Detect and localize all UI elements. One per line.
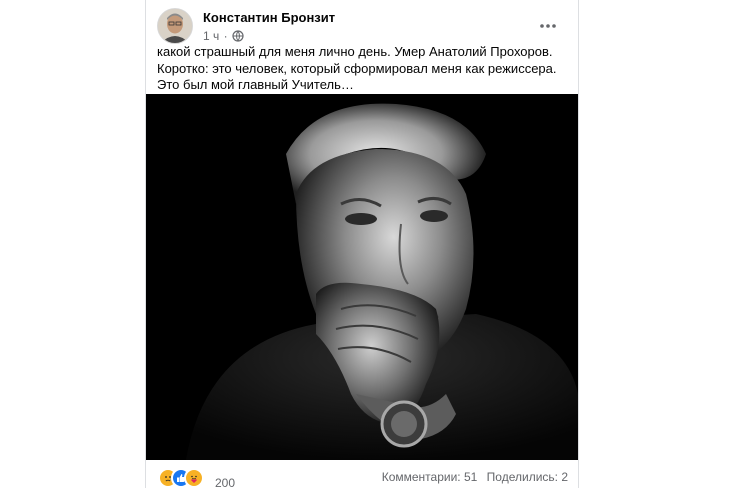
more-options-button[interactable] [536, 12, 560, 36]
shares-count[interactable]: Поделились: 2 [487, 470, 568, 484]
globe-icon [232, 30, 244, 45]
post-photo[interactable] [146, 94, 578, 460]
care-reaction-icon [184, 468, 204, 488]
avatar[interactable] [157, 8, 193, 44]
post-card: Константин Бронзит 1 ч · какой страшный … [145, 0, 579, 490]
post-footer: 200 Комментарии: 51 Поделились: 2 [146, 462, 578, 490]
post-stats: Комментарии: 51 Поделились: 2 [376, 470, 568, 484]
meta-separator: · [223, 29, 228, 43]
post-meta: 1 ч · [203, 29, 244, 45]
post-time[interactable]: 1 ч [203, 29, 219, 43]
post-text: какой страшный для меня лично день. Умер… [157, 44, 557, 92]
comments-count[interactable]: Комментарии: 51 [382, 470, 478, 484]
post-header: Константин Бронзит 1 ч · [156, 8, 568, 48]
more-horizontal-icon [540, 15, 556, 33]
author-name[interactable]: Константин Бронзит [203, 10, 335, 25]
